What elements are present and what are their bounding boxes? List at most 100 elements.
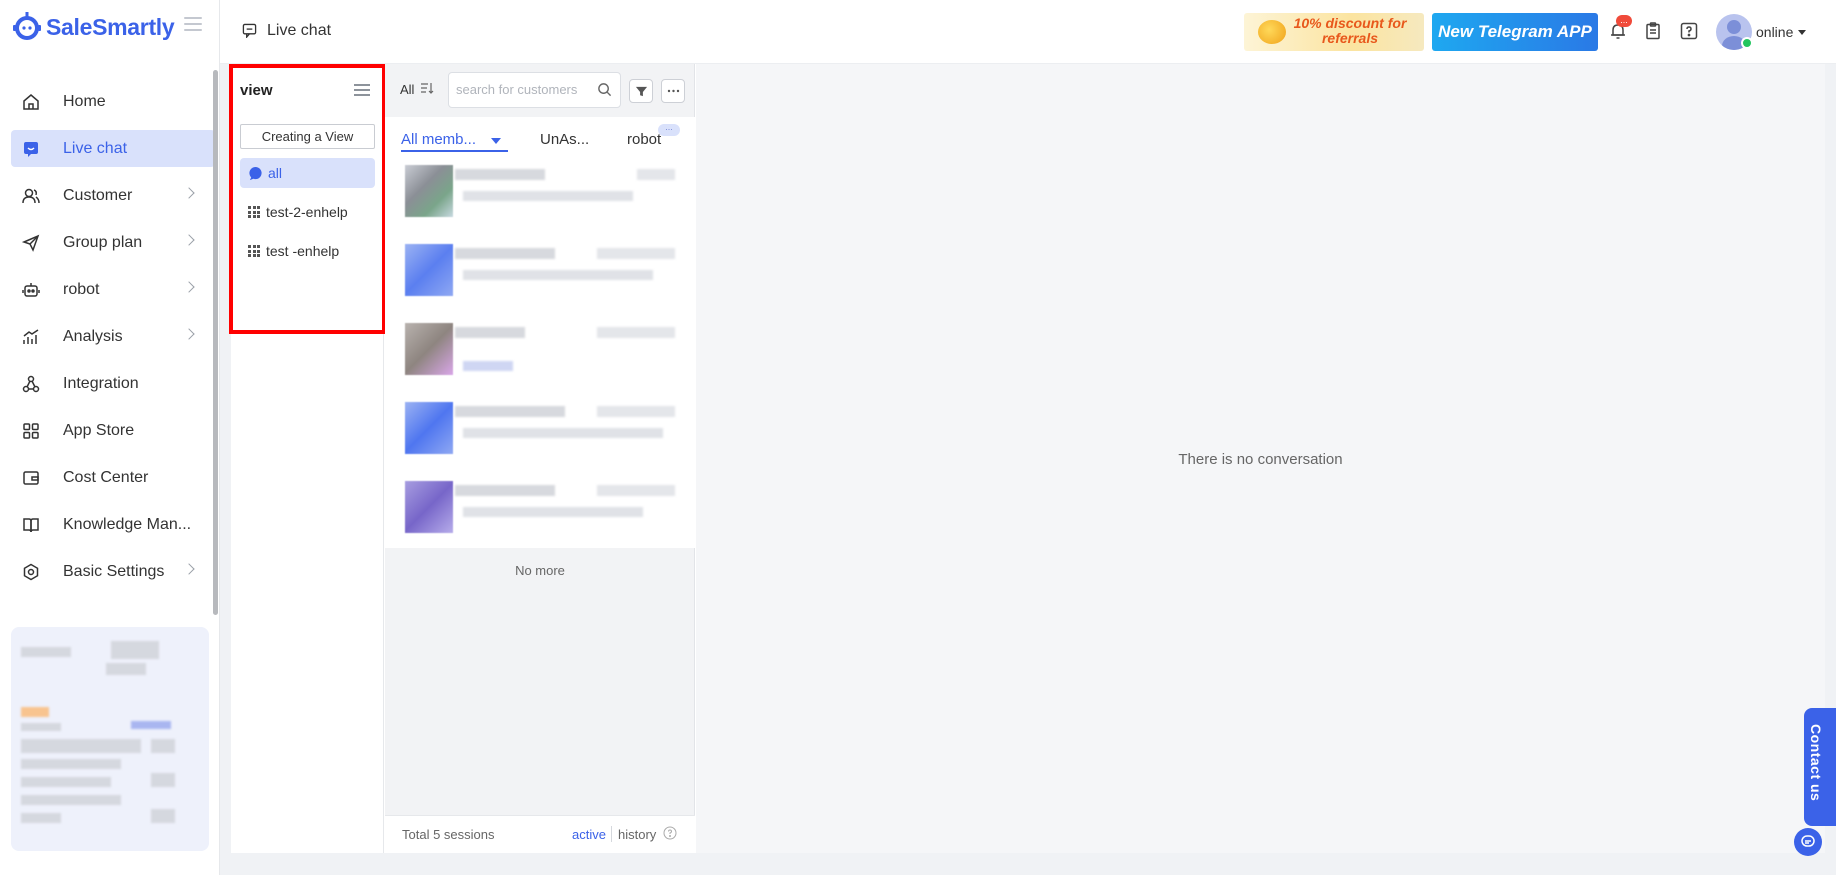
nav-item-home[interactable]: Home — [11, 83, 215, 120]
tab-unassigned[interactable]: UnAs... — [540, 131, 589, 148]
create-view-button[interactable]: Creating a View — [240, 124, 375, 149]
contact-chat-icon[interactable] — [1794, 828, 1822, 856]
funnel-icon — [635, 86, 647, 96]
filter-button[interactable] — [629, 79, 653, 103]
nav-item-robot[interactable]: robot — [11, 271, 215, 308]
clipboard-icon[interactable] — [1643, 21, 1663, 41]
active-link[interactable]: active — [572, 827, 606, 842]
chat-outline-icon — [242, 23, 258, 39]
nav-item-label: Knowledge Man... — [63, 515, 192, 533]
users-icon — [21, 186, 41, 206]
sort-icon[interactable] — [420, 81, 434, 95]
nav-item-label: Integration — [63, 374, 139, 392]
nav-item-label: App Store — [63, 421, 135, 439]
customer-search — [448, 72, 621, 108]
referral-discount-banner[interactable]: 10% discount for referrals — [1244, 13, 1424, 51]
status-dropdown[interactable]: online — [1756, 24, 1807, 40]
view-item-label: all — [268, 165, 283, 181]
nav-item-analysis[interactable]: Analysis — [11, 318, 215, 355]
caret-down-icon[interactable] — [491, 138, 501, 144]
active-tab-indicator — [401, 150, 508, 152]
empty-conversation-text: There is no conversation — [1178, 451, 1343, 468]
nav-item-cost-center[interactable]: Cost Center — [11, 459, 215, 496]
nav-item-live-chat[interactable]: Live chat — [11, 130, 215, 167]
nav-item-label: Customer — [63, 186, 133, 204]
page-title: Live chat — [267, 22, 332, 39]
nav-item-app-store[interactable]: App Store — [11, 412, 215, 449]
tabs-more-badge[interactable]: ... — [658, 123, 680, 136]
list-item[interactable] — [385, 153, 695, 232]
chevron-right-icon — [183, 328, 195, 340]
logo-icon — [10, 10, 44, 44]
status-label: online — [1756, 24, 1794, 40]
nav-scrollbar[interactable] — [213, 70, 218, 615]
contact-us-tab[interactable]: Contact us — [1804, 708, 1836, 826]
telegram-app-banner[interactable]: New Telegram APP — [1432, 13, 1598, 51]
session-list — [385, 153, 695, 548]
filter-all-label[interactable]: All — [400, 82, 414, 97]
more-options-button[interactable] — [661, 79, 685, 103]
chevron-right-icon — [183, 234, 195, 246]
view-item-test-2-enhelp[interactable]: test-2-enhelp — [240, 197, 375, 227]
online-status-dot — [1741, 37, 1753, 49]
telegram-banner-text: New Telegram APP — [1438, 22, 1592, 41]
divider — [611, 826, 612, 842]
nav-item-integration[interactable]: Integration — [11, 365, 215, 402]
nav-item-basic-settings[interactable]: Basic Settings — [11, 553, 215, 590]
chevron-right-icon — [183, 563, 195, 575]
top-bar: Live chat 10% discount for referrals New… — [220, 0, 1836, 64]
home-icon — [21, 92, 41, 112]
chevron-right-icon — [183, 187, 195, 199]
grid-icon — [21, 421, 41, 441]
grid-dots-icon — [248, 206, 260, 218]
send-icon — [21, 233, 41, 253]
view-item-label: test -enhelp — [266, 243, 340, 259]
app-logo[interactable]: SaleSmartly — [10, 10, 175, 44]
nav-list: Home Live chat Customer Group plan robot… — [11, 83, 215, 600]
list-item[interactable] — [385, 469, 695, 548]
breadcrumb: Live chat — [242, 22, 331, 40]
nav-item-group-plan[interactable]: Group plan — [11, 224, 215, 261]
help-circle-icon[interactable] — [663, 826, 677, 840]
caret-down-icon — [1798, 29, 1807, 35]
grid-dots-icon — [248, 245, 260, 257]
no-more-label: No more — [515, 563, 565, 578]
view-item-label: test-2-enhelp — [266, 204, 348, 220]
nav-item-label: Live chat — [63, 139, 128, 157]
list-item[interactable] — [385, 390, 695, 469]
search-icon[interactable] — [597, 82, 613, 98]
nav-item-label: Group plan — [63, 233, 143, 251]
total-sessions: Total 5 sessions — [402, 827, 495, 842]
tab-all-members[interactable]: All memb... — [401, 131, 476, 148]
nav-item-label: Basic Settings — [63, 562, 165, 580]
chart-icon — [21, 327, 41, 347]
list-item[interactable] — [385, 232, 695, 311]
nav-item-customer[interactable]: Customer — [11, 177, 215, 214]
view-item-test-enhelp[interactable]: test -enhelp — [240, 236, 375, 266]
coin-icon — [1258, 20, 1286, 44]
help-icon[interactable] — [1679, 21, 1699, 41]
search-input[interactable] — [456, 82, 591, 97]
left-nav: SaleSmartly Home Live chat Customer Grou… — [0, 0, 220, 875]
notification-badge: ... — [1616, 15, 1632, 27]
nav-item-label: Home — [63, 92, 106, 110]
robot-icon — [21, 280, 41, 300]
plan-info-card[interactable] — [11, 627, 209, 851]
views-title: view — [240, 82, 273, 99]
list-item[interactable] — [385, 311, 695, 390]
view-item-all[interactable]: all — [240, 158, 375, 188]
wallet-icon — [21, 468, 41, 488]
collapse-menu-icon[interactable] — [184, 17, 202, 35]
nav-item-knowledge[interactable]: Knowledge Man... — [11, 506, 215, 543]
book-icon — [21, 515, 41, 535]
views-menu-icon[interactable] — [354, 84, 370, 98]
contact-us-label: Contact us — [1808, 724, 1824, 802]
gear-icon — [21, 562, 41, 582]
integration-icon — [21, 374, 41, 394]
app-name: SaleSmartly — [46, 13, 175, 40]
chat-icon — [21, 139, 41, 159]
nav-item-label: Analysis — [63, 327, 123, 345]
history-link[interactable]: history — [618, 827, 656, 842]
tab-robot[interactable]: robot — [627, 131, 661, 148]
nav-item-label: robot — [63, 280, 100, 298]
